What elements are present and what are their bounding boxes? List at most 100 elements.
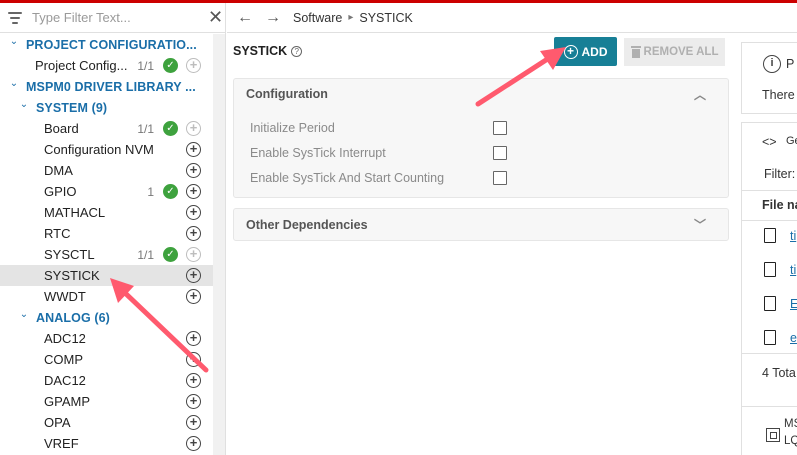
configuration-section: Configuration ︿ Initialize Period Enable…: [233, 78, 729, 198]
tree-item[interactable]: SYSTICK +: [0, 265, 214, 286]
side-info-panel: i P There <> Ge Filter: File na ti ti E …: [741, 34, 797, 455]
add-instance-icon[interactable]: +: [186, 415, 201, 430]
tree-item[interactable]: DAC12 +: [0, 370, 214, 391]
other-dependencies-header[interactable]: Other Dependencies ﹀: [234, 209, 728, 240]
add-instance-icon[interactable]: +: [186, 268, 201, 283]
info-text: There: [762, 88, 795, 102]
info-card: i P There: [741, 42, 797, 114]
add-instance-icon[interactable]: +: [186, 226, 201, 241]
check-circle-icon: ✓: [163, 58, 178, 73]
add-instance-icon[interactable]: +: [186, 163, 201, 178]
tree-item[interactable]: SYSCTL 1/1 ✓ +: [0, 244, 214, 265]
file-link[interactable]: E: [790, 297, 797, 311]
check-circle-icon: ✓: [163, 247, 178, 262]
tree-category-label: MSPM0 DRIVER LIBRARY ...: [26, 79, 196, 94]
file-icon: [764, 296, 776, 311]
field-label: Initialize Period: [250, 120, 335, 135]
sidebar-scrollbar[interactable]: [213, 34, 225, 455]
file-name-column-header: File na: [762, 198, 797, 212]
back-arrow-icon[interactable]: ←: [237, 9, 253, 27]
tree-item-label: SYSTICK: [44, 268, 100, 283]
add-instance-icon[interactable]: +: [186, 331, 201, 346]
tree-category[interactable]: ⌄ MSPM0 DRIVER LIBRARY ...: [0, 76, 214, 97]
add-button[interactable]: + ADD: [554, 37, 617, 66]
forward-arrow-icon[interactable]: →: [265, 9, 281, 27]
generated-files-heading: Ge: [786, 135, 797, 147]
device-name-line1: MS: [784, 418, 797, 430]
chevron-down-icon[interactable]: ⌄: [8, 78, 20, 89]
clear-filter-icon[interactable]: ✕: [208, 7, 223, 28]
file-link[interactable]: ti: [790, 229, 796, 243]
initialize-period-checkbox[interactable]: [493, 120, 507, 135]
remove-all-label: REMOVE ALL: [643, 46, 719, 58]
tree-item-label: GPIO: [44, 184, 77, 199]
tree-item-label: ADC12: [44, 331, 86, 346]
tree-item-label: VREF: [44, 436, 79, 451]
tree-item-label: DMA: [44, 163, 73, 178]
filter-label: Filter:: [764, 167, 796, 181]
instance-count: 1/1: [137, 247, 154, 262]
tree-item[interactable]: COMP +: [0, 349, 214, 370]
chevron-down-icon[interactable]: ⌄: [18, 309, 30, 320]
add-instance-icon[interactable]: +: [186, 121, 201, 136]
add-instance-icon[interactable]: +: [186, 58, 201, 73]
tree-category[interactable]: ⌄ PROJECT CONFIGURATIO...: [0, 34, 214, 55]
tree-item[interactable]: Board 1/1 ✓ +: [0, 118, 214, 139]
filter-icon[interactable]: [8, 11, 22, 24]
filter-input[interactable]: [32, 10, 208, 25]
device-card: MS LQ: [741, 406, 797, 455]
module-editor: SYSTICK ? + ADD REMOVE ALL Configuration…: [227, 34, 737, 455]
add-instance-icon[interactable]: +: [186, 247, 201, 262]
add-instance-icon[interactable]: +: [186, 184, 201, 199]
field-enable-interrupt: Enable SysTick Interrupt: [234, 140, 728, 165]
add-instance-icon[interactable]: +: [186, 142, 201, 157]
file-link[interactable]: e: [790, 331, 797, 345]
check-circle-icon: ✓: [163, 121, 178, 136]
help-icon[interactable]: ?: [291, 45, 303, 57]
tree-item-label: Project Config...: [35, 58, 128, 73]
tree-item[interactable]: WWDT +: [0, 286, 214, 307]
check-circle-icon: ✓: [163, 184, 178, 199]
tree-item[interactable]: MATHACL +: [0, 202, 214, 223]
tree-item[interactable]: GPAMP +: [0, 391, 214, 412]
add-instance-icon[interactable]: +: [186, 436, 201, 451]
tree-item-label: Board: [44, 121, 79, 136]
tree-item[interactable]: VREF +: [0, 433, 214, 454]
chevron-down-icon[interactable]: ⌄: [8, 36, 20, 47]
file-link[interactable]: ti: [790, 263, 796, 277]
tree-item[interactable]: DMA +: [0, 160, 214, 181]
tree-item-label: MATHACL: [44, 205, 106, 220]
field-enable-start-counting: Enable SysTick And Start Counting: [234, 165, 728, 190]
tree-item[interactable]: ADC12 +: [0, 328, 214, 349]
chevron-down-icon[interactable]: ⌄: [18, 99, 30, 110]
info-icon: i: [763, 55, 781, 73]
breadcrumb-software[interactable]: Software: [293, 11, 342, 25]
tree-item[interactable]: Configuration NVM +: [0, 139, 214, 160]
tree-category[interactable]: ⌄ SYSTEM (9): [0, 97, 214, 118]
generated-files-card: <> Ge Filter: File na ti ti E e 4 Tota: [741, 122, 797, 418]
tree-item-label: RTC: [44, 226, 71, 241]
tree-item[interactable]: RTC +: [0, 223, 214, 244]
remove-all-button[interactable]: REMOVE ALL: [624, 38, 725, 66]
tree-category-label: ANALOG (6): [36, 310, 110, 325]
tree-item-label: GPAMP: [44, 394, 90, 409]
file-icon: [764, 262, 776, 277]
configuration-header[interactable]: Configuration ︿: [234, 79, 728, 109]
add-instance-icon[interactable]: +: [186, 205, 201, 220]
tree-item[interactable]: GPIO 1 ✓ +: [0, 181, 214, 202]
instance-count: 1: [147, 184, 154, 199]
tree-item-label: COMP: [44, 352, 83, 367]
tree-category[interactable]: ⌄ ANALOG (6): [0, 307, 214, 328]
add-instance-icon[interactable]: +: [186, 289, 201, 304]
add-instance-icon[interactable]: +: [186, 394, 201, 409]
enable-interrupt-checkbox[interactable]: [493, 145, 507, 160]
add-instance-icon[interactable]: +: [186, 373, 201, 388]
chevron-up-icon[interactable]: ︿: [694, 86, 706, 103]
tree-item[interactable]: OPA +: [0, 412, 214, 433]
chevron-down-icon[interactable]: ﹀: [694, 216, 706, 233]
tree-item[interactable]: Project Config... 1/1 ✓ +: [0, 55, 214, 76]
add-instance-icon[interactable]: +: [186, 352, 201, 367]
sidebar: ✕ ⌄ PROJECT CONFIGURATIO... Project Config…: [0, 3, 226, 455]
field-label: Enable SysTick And Start Counting: [250, 170, 445, 185]
enable-start-counting-checkbox[interactable]: [493, 170, 507, 185]
